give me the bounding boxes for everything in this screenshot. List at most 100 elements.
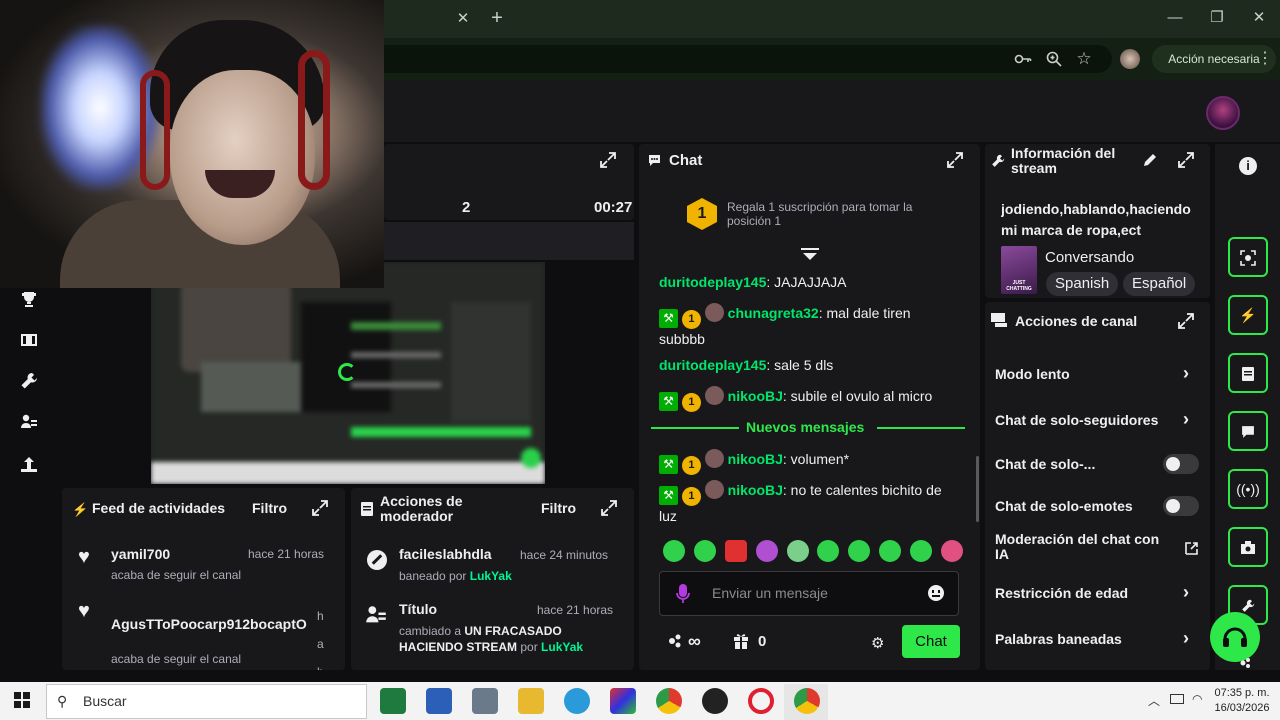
slow-mode-row[interactable]: Modo lento › [985,358,1210,390]
upload-icon[interactable] [16,455,42,477]
file-explorer-icon[interactable] [518,688,544,714]
emoji-picker-icon[interactable] [928,585,944,601]
notes-button[interactable] [1228,353,1268,393]
support-headset-button[interactable] [1210,612,1260,662]
emote-icon[interactable] [817,540,840,562]
windows-start-icon[interactable] [14,692,30,713]
chat-message[interactable]: ⚒ 1 nikooBJ: subile el ovulo al micro [659,386,954,412]
video-library-icon[interactable] [16,331,42,353]
stream-preview[interactable] [151,262,545,484]
chat-message[interactable]: duritodeplay145: sale 5 dls [659,355,954,376]
channel-points-icon[interactable] [667,632,685,655]
new-tab-button[interactable]: + [486,8,508,28]
popout-icon[interactable] [601,500,617,521]
broadcast-button[interactable]: ((•)) [1228,469,1268,509]
emote-icon[interactable] [879,540,902,562]
chrome-profile-icon[interactable] [794,688,820,714]
wifi-icon[interactable]: ◠ [1192,692,1202,706]
tag-chip[interactable]: Español [1123,272,1196,296]
chrome-icon[interactable] [656,688,682,714]
popout-icon[interactable] [1178,313,1194,334]
opera-icon[interactable] [748,688,774,714]
gift-leaderboard-text[interactable]: Regala 1 suscripción para tomar la posic… [727,200,947,228]
bookmark-star-icon[interactable]: ☆ [1073,49,1095,69]
category-box-art[interactable]: JUST CHATTING [1001,246,1037,294]
emote-icon[interactable] [724,540,747,562]
tag-chip[interactable]: Spanish [1046,272,1119,296]
emote-icon[interactable] [693,540,716,562]
list-item[interactable]: ♥ yamil700 hace 21 horas acaba de seguir… [62,536,345,588]
channel-actions-panel: Acciones de canal Modo lento › Chat de s… [985,302,1210,670]
chat-input[interactable]: Enviar un mensaje [659,571,959,616]
wrench-icon[interactable] [16,372,42,394]
popout-icon[interactable] [600,152,616,171]
emote-icon[interactable] [755,540,778,562]
list-item[interactable]: facileslabhdla hace 24 minutos baneado p… [351,538,634,586]
tab-close-icon[interactable]: ✕ [454,9,472,29]
emote-icon[interactable] [786,540,809,562]
recorder-app-icon[interactable] [702,688,728,714]
microphone-icon[interactable] [676,584,690,609]
chat-message[interactable]: ⚒ 1 nikooBJ: no te calentes bichito de l… [659,480,954,527]
chat-scrollbar[interactable] [976,456,979,522]
clip-button[interactable] [1228,237,1268,277]
info-icon[interactable]: i [1239,157,1257,175]
calculator-icon[interactable] [472,688,498,714]
emotes-only-toggle[interactable] [1163,496,1199,516]
close-window-button[interactable]: ✕ [1248,8,1270,28]
search-placeholder: Buscar [83,693,127,709]
followers-only-row[interactable]: Chat de solo-seguidores › [985,404,1210,436]
age-restriction-row[interactable]: Restricción de edad › [985,580,1210,612]
activity-filter-button[interactable]: Filtro [252,500,287,516]
chat-message[interactable]: ⚒ 1 nikooBJ: volumen* [659,449,954,475]
taskbar-clock[interactable]: 07:35 p. m. 16/03/2026 [1210,686,1274,716]
profile-avatar[interactable] [1120,49,1140,69]
edit-pencil-icon[interactable] [1143,153,1157,172]
new-messages-divider [651,427,739,429]
telegram-icon[interactable] [564,688,590,714]
list-item[interactable]: ♥ AgusTToPoocarp912bocaptO ha ho acaba d… [62,592,345,670]
community-icon[interactable] [16,413,42,435]
chat-settings-icon[interactable]: ⚙ [871,634,884,652]
stream-category[interactable]: Conversando [1045,249,1134,266]
mod-filter-button[interactable]: Filtro [541,500,576,516]
excel-icon[interactable] [380,688,406,714]
emote-icon[interactable] [910,540,932,562]
browser-menu-icon[interactable]: ⋮ [1256,49,1274,69]
list-item[interactable]: Título hace 21 horas cambiado a UN FRACA… [351,596,634,666]
emote-icon[interactable] [848,540,871,562]
emote-icon[interactable] [940,540,963,562]
minimize-button[interactable]: — [1164,8,1186,28]
chat-message[interactable]: ⚒ 1 chunagreta32: mal dale tiren subbbb [659,303,954,350]
bolt-icon: ⚡ [72,502,89,517]
points-value: ∞ [688,631,701,651]
chat-button[interactable] [1228,411,1268,451]
game-app-icon[interactable] [610,688,636,714]
battery-icon[interactable] [1170,694,1184,704]
zoom-icon[interactable] [1043,50,1065,74]
emote-icon[interactable] [663,540,685,562]
trophy-icon[interactable] [16,290,42,312]
tray-chevron-icon[interactable]: ︿ [1148,692,1160,709]
password-key-icon[interactable] [1012,50,1034,74]
user-avatar[interactable] [1206,96,1240,130]
popout-icon[interactable] [947,152,963,173]
chat-message[interactable]: duritodeplay145: JAJAJJAJA [659,272,954,293]
expand-leaderboard-icon[interactable] [801,248,819,267]
popout-icon[interactable] [1178,152,1194,173]
stream-info-panel: Información del stream jodiendo,hablando… [985,144,1210,298]
clock-date: 16/03/2026 [1214,702,1270,714]
ai-moderation-row[interactable]: Moderación del chat con IA [985,530,1210,570]
camera-button[interactable] [1228,527,1268,567]
control-panel-icon [991,312,1007,333]
popout-icon[interactable] [312,500,328,521]
taskbar-search[interactable]: ⚲ Buscar [46,684,367,719]
word-icon[interactable] [426,688,452,714]
send-chat-button[interactable]: Chat [902,625,960,658]
moderator-badge-icon: ⚒ [659,486,678,505]
banned-words-row[interactable]: Palabras baneadas › [985,626,1210,658]
subs-only-toggle[interactable] [1163,454,1199,474]
quick-action-bolt-button[interactable]: ⚡ [1228,295,1268,335]
maximize-button[interactable]: ❐ [1206,8,1228,28]
gift-icon[interactable] [733,632,749,655]
